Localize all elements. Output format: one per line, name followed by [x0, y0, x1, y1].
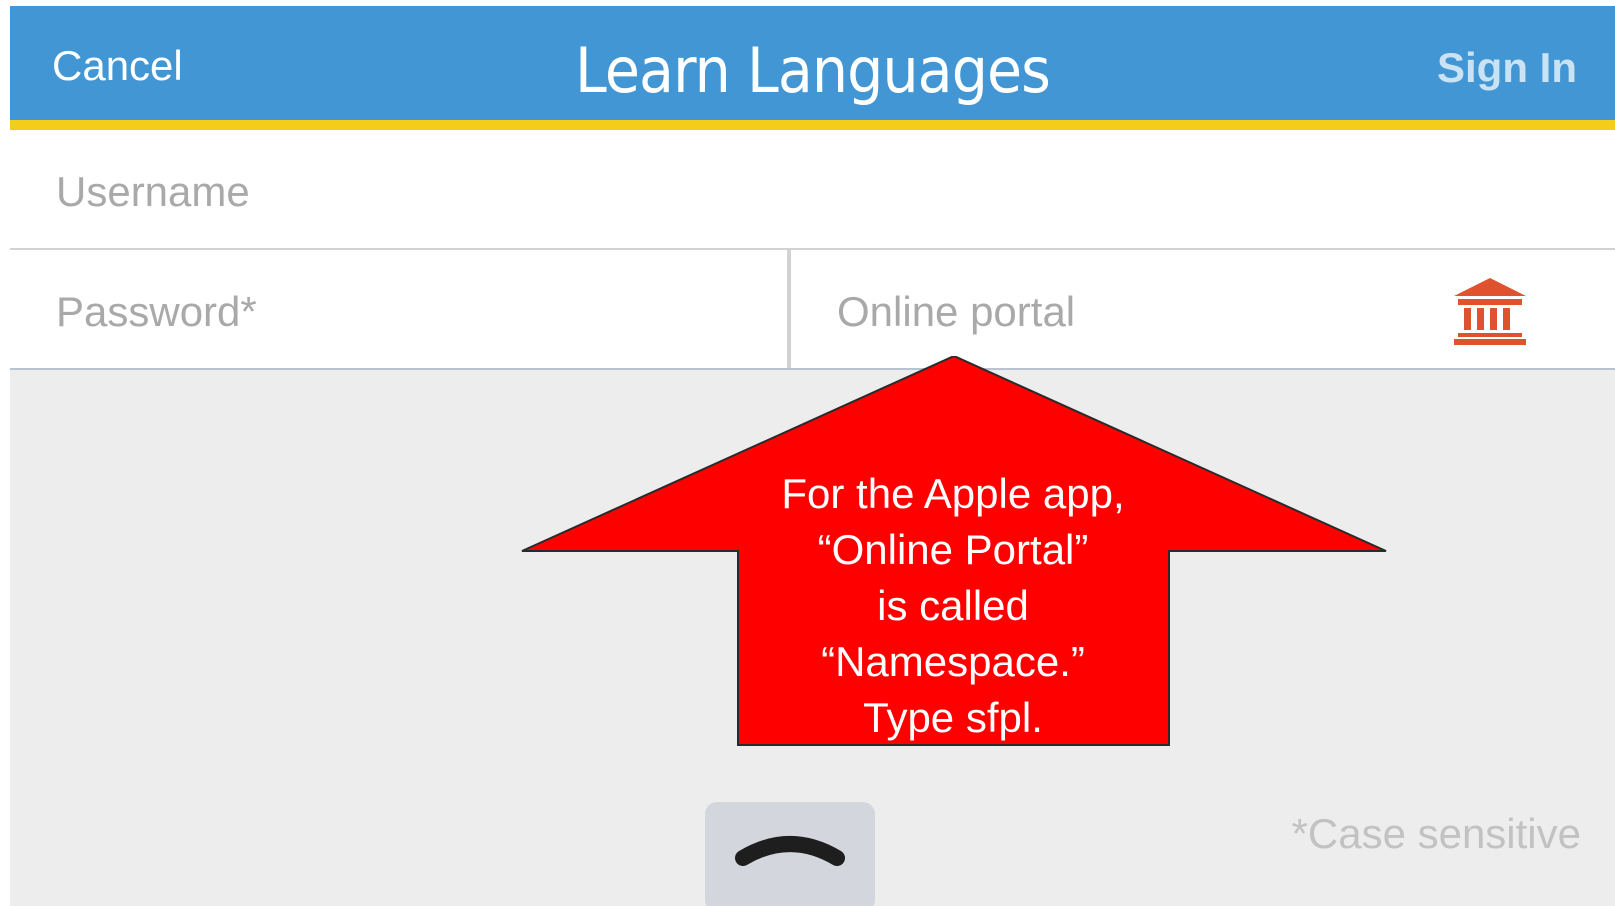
online-portal-placeholder: Online portal [837, 288, 1076, 335]
chevron-up-icon [735, 836, 845, 866]
callout-text: For the Apple app, “Online Portal” is ca… [738, 466, 1168, 746]
password-field[interactable]: Password* [10, 250, 787, 368]
username-field[interactable]: Username [10, 130, 1615, 252]
navbar-accent-stripe [10, 120, 1615, 130]
callout-line: “Online Portal” [817, 526, 1089, 573]
app-screen: Cancel Learn Languages Sign In Username … [10, 6, 1615, 906]
username-placeholder: Username [56, 168, 250, 215]
institution-icon[interactable] [1452, 276, 1528, 346]
callout-line: Type sfpl. [863, 694, 1043, 741]
page-title: Learn Languages [575, 34, 1051, 107]
callout-line: For the Apple app, [781, 470, 1125, 517]
case-sensitive-note: *Case sensitive [1291, 810, 1581, 857]
callout-line: “Namespace.” [821, 638, 1085, 685]
credentials-row: Password* Online portal [10, 250, 1615, 370]
expand-button[interactable] [705, 802, 875, 906]
navigation-bar: Cancel Learn Languages Sign In [10, 6, 1615, 120]
password-placeholder: Password* [56, 288, 257, 335]
sign-in-button[interactable]: Sign In [1437, 44, 1577, 92]
callout-line: is called [877, 582, 1029, 629]
